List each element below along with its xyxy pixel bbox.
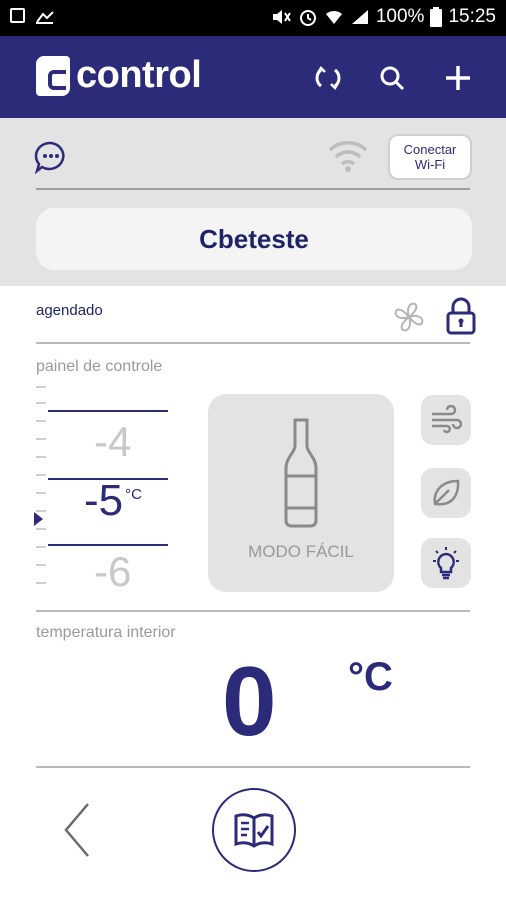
scale-value-below: -6 bbox=[94, 548, 132, 592]
schedule-label[interactable]: agendado bbox=[36, 302, 103, 319]
wind-button[interactable] bbox=[421, 395, 471, 445]
scale-tick bbox=[36, 546, 46, 548]
eco-button[interactable] bbox=[421, 468, 471, 518]
scale-pointer-icon bbox=[34, 512, 43, 526]
scale-tick bbox=[36, 474, 46, 476]
chat-icon[interactable] bbox=[34, 140, 68, 174]
scale-value-above: -4 bbox=[94, 418, 132, 465]
sync-icon[interactable] bbox=[308, 58, 348, 98]
interior-temperature-unit: °C bbox=[348, 655, 393, 699]
connect-wifi-button[interactable]: Conectar Wi-Fi bbox=[388, 134, 472, 180]
scale-tick bbox=[36, 582, 46, 584]
easy-mode-button[interactable]: MODO FÁCIL bbox=[208, 394, 394, 592]
scale-tick bbox=[36, 386, 46, 388]
app-logo: control bbox=[36, 54, 202, 97]
interior-temperature-value: 0 bbox=[222, 646, 277, 756]
status-bar: 100% 15:25 bbox=[0, 0, 506, 36]
device-name-button[interactable]: Cbeteste bbox=[36, 208, 472, 270]
wifi-icon bbox=[328, 141, 368, 172]
wind-icon bbox=[432, 405, 463, 434]
manual-book-icon bbox=[234, 813, 274, 848]
scale-tick bbox=[36, 492, 46, 494]
connection-panel: Conectar Wi-Fi Cbeteste bbox=[0, 118, 506, 286]
control-panel-label: painel de controle bbox=[36, 358, 163, 375]
battery-icon bbox=[430, 7, 443, 27]
set-temperature-value: -5 bbox=[84, 476, 124, 525]
scale-line bbox=[48, 544, 168, 546]
connect-wifi-label-1: Conectar bbox=[403, 142, 457, 157]
divider bbox=[36, 766, 470, 768]
scale-tick bbox=[36, 438, 46, 440]
lock-icon[interactable] bbox=[444, 296, 478, 336]
search-icon[interactable] bbox=[372, 58, 412, 98]
scale-tick bbox=[36, 456, 46, 458]
divider bbox=[36, 188, 470, 190]
logo-text: control bbox=[76, 54, 202, 96]
temperature-scale[interactable]: -4 -5 °C -6 bbox=[36, 380, 172, 592]
app-header: control bbox=[0, 36, 506, 118]
manual-button[interactable] bbox=[212, 788, 296, 872]
scale-tick bbox=[36, 420, 46, 422]
fan-icon[interactable] bbox=[390, 298, 428, 336]
battery-percent: 100% bbox=[375, 6, 425, 27]
back-icon[interactable] bbox=[58, 798, 98, 862]
scale-tick bbox=[36, 564, 46, 566]
scale-line bbox=[48, 410, 168, 412]
light-button[interactable] bbox=[421, 538, 471, 588]
scale-tick bbox=[36, 528, 46, 530]
cloud-notification-icon bbox=[36, 11, 54, 24]
logo-mark-icon bbox=[36, 55, 70, 96]
scale-tick bbox=[36, 402, 46, 404]
leaf-icon bbox=[433, 479, 460, 506]
divider bbox=[36, 610, 470, 612]
bottle-icon bbox=[284, 418, 318, 528]
set-temperature: -5 °C bbox=[84, 476, 142, 526]
mute-icon bbox=[272, 10, 291, 24]
wifi-status-icon bbox=[325, 10, 342, 24]
signal-icon bbox=[351, 10, 368, 24]
add-icon[interactable] bbox=[438, 58, 478, 98]
divider bbox=[36, 342, 470, 344]
gallery-notification-icon bbox=[10, 8, 25, 23]
interior-temperature-label: temperatura interior bbox=[36, 624, 176, 641]
connect-wifi-label-2: Wi-Fi bbox=[414, 157, 446, 172]
light-bulb-icon bbox=[433, 547, 459, 580]
clock: 15:25 bbox=[448, 6, 496, 27]
alarm-icon bbox=[299, 10, 316, 26]
easy-mode-label: MODO FÁCIL bbox=[248, 542, 354, 561]
set-temperature-unit: °C bbox=[125, 486, 142, 504]
